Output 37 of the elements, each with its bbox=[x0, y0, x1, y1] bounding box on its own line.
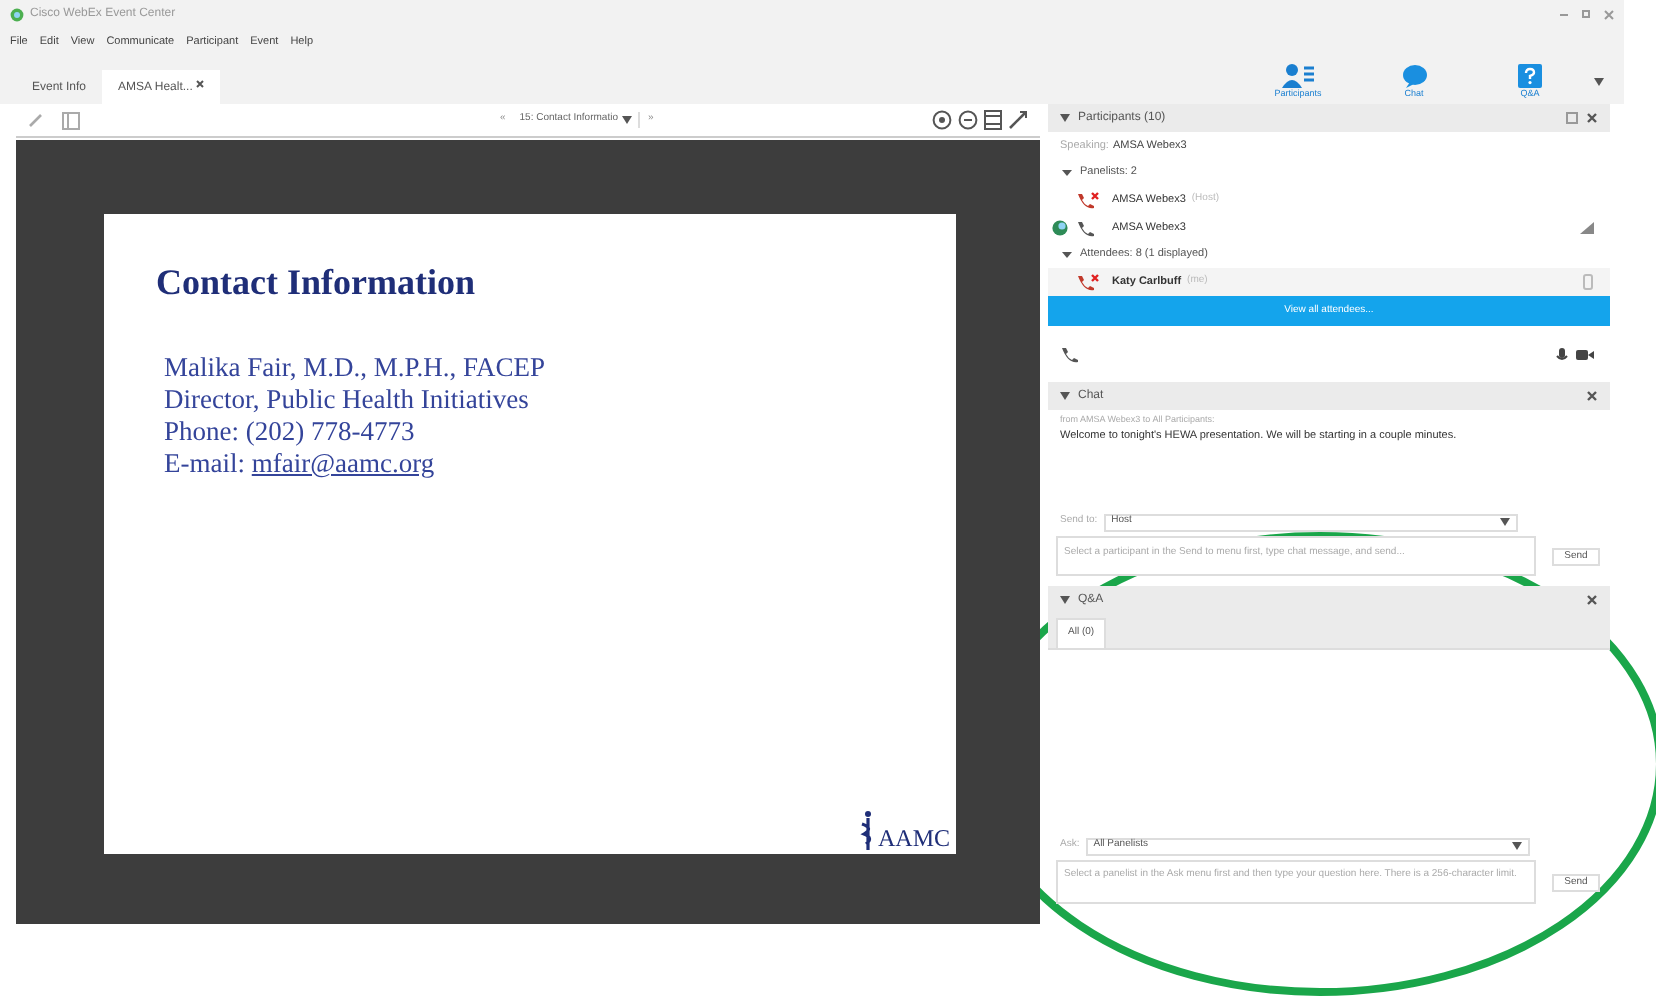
close-icon[interactable] bbox=[1586, 594, 1598, 606]
muted-phone-icon bbox=[1076, 191, 1100, 209]
caret-icon bbox=[1060, 596, 1070, 604]
slide-text: E-mail: mfair@aamc.org bbox=[164, 448, 437, 480]
phone-icon bbox=[1076, 219, 1100, 237]
close-icon[interactable] bbox=[1586, 112, 1598, 124]
caret-icon bbox=[1062, 168, 1072, 178]
minimize-icon[interactable] bbox=[1560, 13, 1568, 15]
caret-icon bbox=[1499, 518, 1510, 526]
logo-text: AAMC bbox=[877, 826, 950, 850]
chat-bubble-icon bbox=[1401, 64, 1427, 89]
signal-icon bbox=[1580, 222, 1594, 234]
caret-icon bbox=[1511, 842, 1522, 850]
close-icon[interactable] bbox=[196, 80, 205, 88]
app-logo-icon bbox=[10, 7, 24, 21]
email-link[interactable]: mfair@aamc.org bbox=[251, 448, 435, 478]
caret-icon bbox=[1594, 78, 1604, 86]
maximize-icon[interactable] bbox=[1582, 10, 1590, 18]
muted-phone-icon bbox=[1076, 273, 1100, 291]
caret-icon bbox=[621, 116, 632, 124]
layout-icon[interactable] bbox=[984, 110, 1002, 130]
slide-text: Malika Fair, M.D., M.P.H., FACEP bbox=[164, 352, 547, 384]
slide-text: Director, Public Health Initiatives bbox=[164, 384, 531, 416]
question-icon bbox=[1518, 64, 1542, 89]
phone-icon bbox=[1060, 345, 1084, 363]
microphone-icon[interactable] bbox=[1556, 347, 1568, 361]
people-icon bbox=[1282, 64, 1314, 89]
expand-icon[interactable] bbox=[1008, 110, 1028, 130]
slide-title: Contact Information bbox=[156, 260, 477, 304]
zoom-out-icon[interactable] bbox=[958, 110, 978, 130]
caret-icon bbox=[1060, 114, 1070, 122]
caret-icon bbox=[1060, 392, 1070, 400]
video-icon[interactable] bbox=[1576, 347, 1598, 361]
close-icon[interactable] bbox=[1586, 390, 1598, 402]
caret-icon bbox=[1062, 250, 1072, 260]
slide-text: Phone: (202) 778-4773 bbox=[164, 416, 417, 448]
zoom-in-icon[interactable] bbox=[932, 110, 952, 130]
